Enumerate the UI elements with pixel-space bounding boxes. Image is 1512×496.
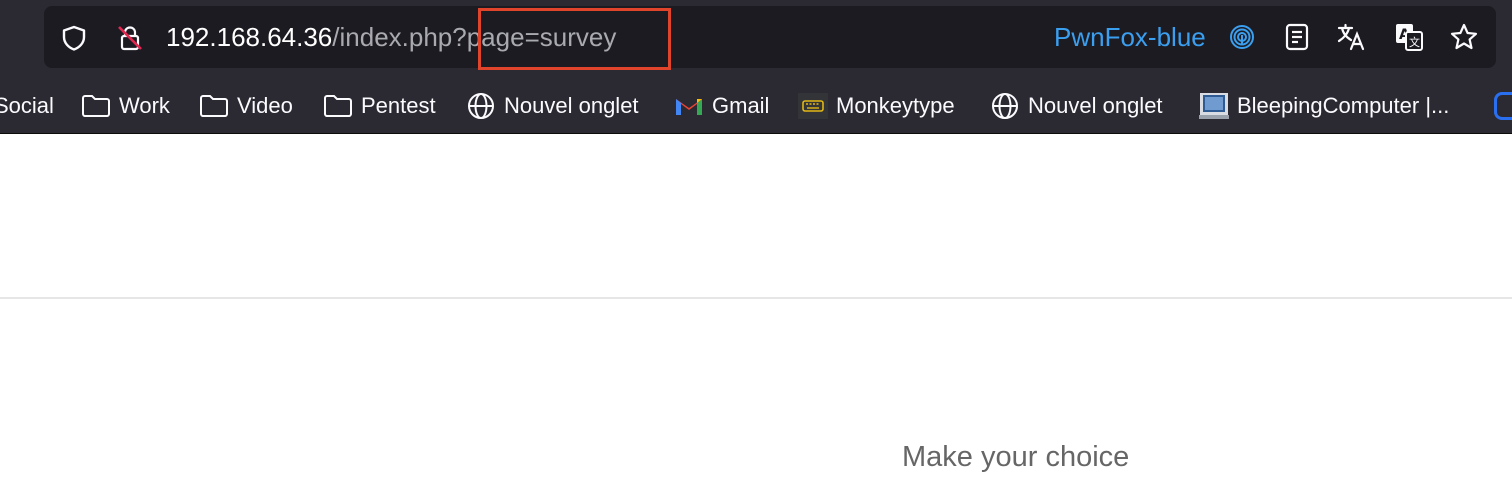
bookmark-label: Social [0, 93, 54, 118]
fingerprint-icon[interactable] [1228, 23, 1256, 51]
page-content: Make your choice [0, 134, 1512, 496]
bookmark-label: Work [119, 93, 170, 118]
insecure-lock-icon[interactable] [116, 24, 144, 52]
bookmark-nouvel-onglet-2[interactable]: Nouvel onglet [990, 90, 1163, 122]
bookmark-monkeytype[interactable]: Monkeytype [798, 90, 955, 122]
address-bar[interactable]: 192.168.64.36/index.php?page=survey PwnF… [44, 6, 1496, 68]
bookmark-label: Video [237, 93, 293, 118]
bookmark-folder-pentest[interactable]: Pentest [323, 90, 436, 122]
bookmarks-toolbar: Social Work Video Pentest Nouvel onglet … [0, 78, 1512, 134]
header-divider [0, 297, 1512, 299]
bookmarks-overflow-button[interactable] [1494, 92, 1512, 120]
bookmark-folder-video[interactable]: Video [199, 90, 293, 122]
bookmark-label: Nouvel onglet [1028, 93, 1163, 118]
keyboard-icon [798, 92, 828, 120]
bookmark-nouvel-onglet-1[interactable]: Nouvel onglet [466, 90, 639, 122]
bookmark-label: BleepingComputer |... [1237, 93, 1450, 118]
star-icon[interactable] [1449, 22, 1479, 52]
url-host: 192.168.64.36 [166, 22, 333, 52]
url-query-highlight [478, 8, 671, 70]
browser-toolbar: 192.168.64.36/index.php?page=survey PwnF… [0, 0, 1512, 78]
survey-heading: Make your choice [902, 441, 1130, 473]
bookmark-gmail[interactable]: Gmail [674, 90, 769, 122]
gmail-icon [674, 92, 704, 120]
globe-icon [990, 92, 1020, 120]
folder-icon [81, 92, 111, 120]
url-path: /index.php [332, 22, 453, 52]
container-tab-label[interactable]: PwnFox-blue [1054, 21, 1206, 53]
shield-icon[interactable] [60, 24, 88, 52]
bookmark-bleepingcomputer[interactable]: BleepingComputer |... [1199, 90, 1449, 122]
bookmark-label: Gmail [712, 93, 770, 118]
folder-icon [323, 92, 353, 120]
translate-icon[interactable] [1336, 22, 1366, 52]
translate-page-icon[interactable]: A文 [1394, 22, 1424, 52]
svg-text:文: 文 [1409, 35, 1420, 49]
reader-view-icon[interactable] [1282, 22, 1312, 52]
monitor-icon [1199, 92, 1229, 120]
bookmark-label: Nouvel onglet [504, 93, 639, 118]
folder-icon [199, 92, 229, 120]
bookmark-label: Pentest [361, 93, 436, 118]
globe-icon [466, 92, 496, 120]
bookmark-label: Monkeytype [836, 93, 955, 118]
bookmark-folder-work[interactable]: Work [81, 90, 170, 122]
bookmark-folder-social[interactable]: Social [0, 90, 54, 122]
